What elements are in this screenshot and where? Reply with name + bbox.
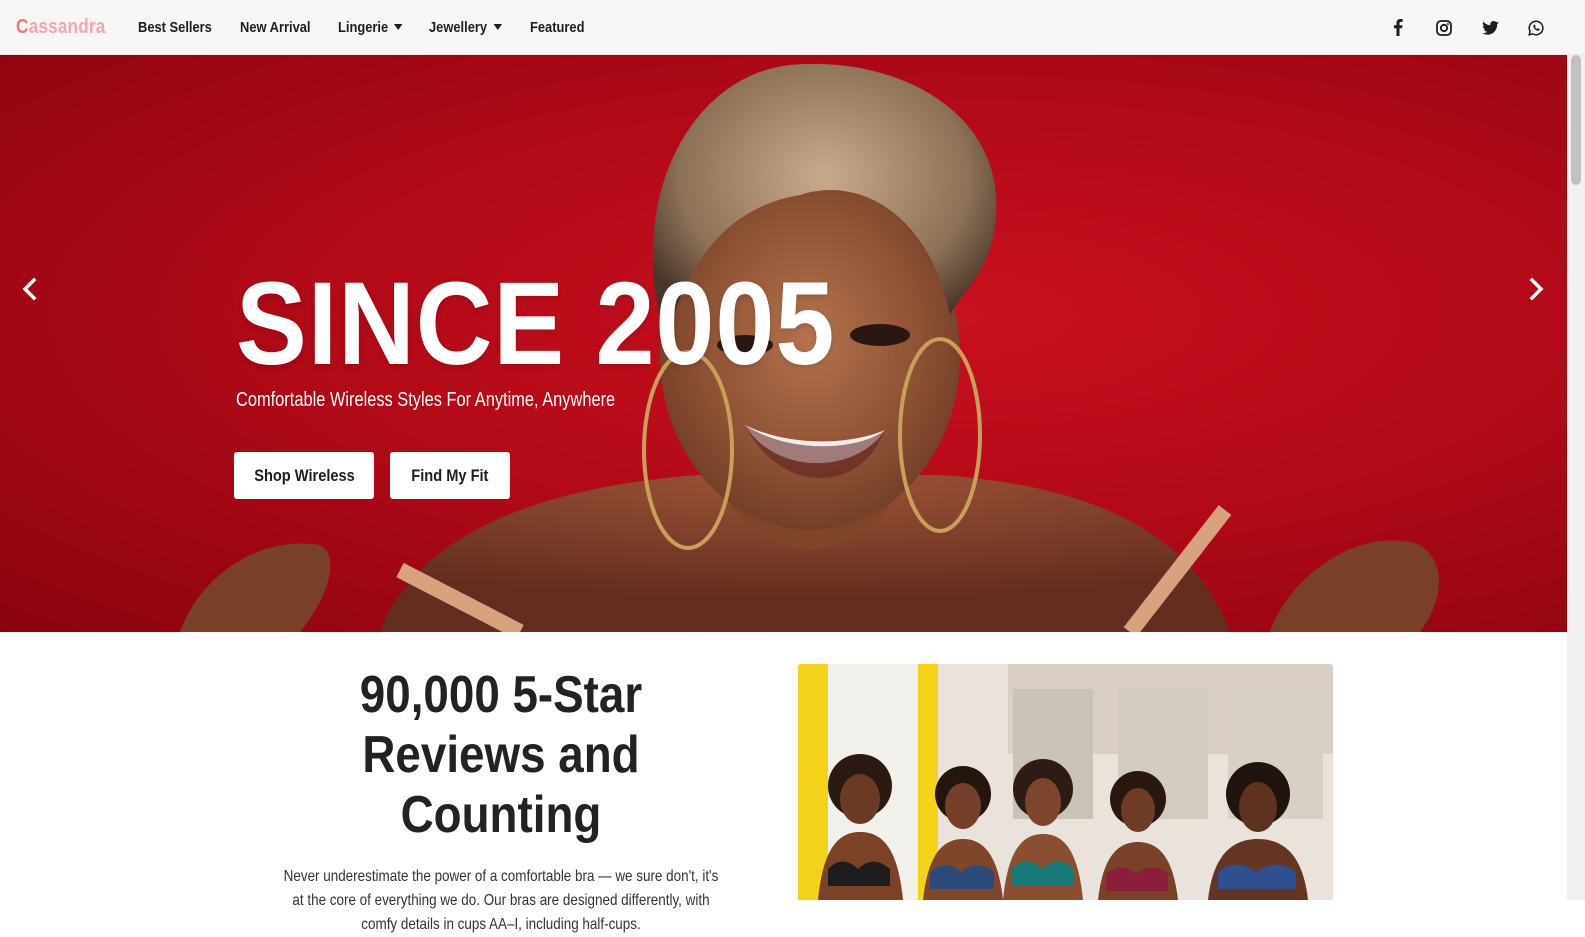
hero-text-block: SINCE 2005 Comfortable Wireless Styles F… xyxy=(236,265,902,412)
reviews-title-line2: Reviews and Counting xyxy=(362,726,640,844)
hero-carousel: SINCE 2005 Comfortable Wireless Styles F… xyxy=(0,55,1567,632)
nav-item-lingerie[interactable]: Lingerie xyxy=(338,19,403,36)
nav-item-label: Jewellery xyxy=(429,18,488,36)
social-links xyxy=(1389,0,1545,55)
find-my-fit-label: Find My Fit xyxy=(411,465,489,485)
nav-item-label: Best Sellers xyxy=(138,18,212,36)
reviews-title: 90,000 5-Star Reviews and Counting xyxy=(271,665,730,845)
carousel-next-arrow-icon[interactable] xyxy=(1524,277,1548,301)
nav-item-label: Featured xyxy=(529,18,585,36)
caret-down-icon xyxy=(394,24,403,30)
brand-initial: C xyxy=(16,15,29,38)
hero-title: SINCE 2005 xyxy=(236,258,836,390)
caret-down-icon xyxy=(493,24,503,30)
facebook-icon[interactable] xyxy=(1389,19,1407,37)
nav-item-label: Lingerie xyxy=(337,18,389,36)
find-my-fit-button[interactable]: Find My Fit xyxy=(390,452,510,499)
brand-name: assandra xyxy=(28,15,106,38)
shop-wireless-button[interactable]: Shop Wireless xyxy=(234,452,374,499)
nav-item-jewellery[interactable]: Jewellery xyxy=(429,18,503,36)
scrollbar-thumb[interactable] xyxy=(1571,55,1581,185)
hero-buttons: Shop Wireless Find My Fit xyxy=(234,452,510,499)
shop-wireless-label: Shop Wireless xyxy=(253,465,355,485)
nav-item-label: New Arrival xyxy=(239,18,311,36)
models-group-illustration xyxy=(798,664,1333,900)
twitter-icon[interactable] xyxy=(1481,19,1499,37)
carousel-prev-arrow-icon[interactable] xyxy=(18,277,42,301)
top-navbar: Cassandra Best Sellers New Arrival Linge… xyxy=(0,0,1585,55)
instagram-icon[interactable] xyxy=(1435,19,1453,37)
reviews-title-line1: 90,000 5-Star xyxy=(359,666,643,724)
brand-logo[interactable]: Cassandra xyxy=(16,16,106,39)
reviews-section: 90,000 5-Star Reviews and Counting Never… xyxy=(240,665,762,937)
nav-item-featured[interactable]: Featured xyxy=(530,19,584,36)
nav-item-new-arrival[interactable]: New Arrival xyxy=(240,19,311,36)
reviews-body-text: Never underestimate the power of a comfo… xyxy=(283,868,719,933)
nav-item-best-sellers[interactable]: Best Sellers xyxy=(138,19,212,36)
nav-menu: Best Sellers New Arrival Lingerie Jewell… xyxy=(138,19,593,36)
hero-subtitle: Comfortable Wireless Styles For Anytime,… xyxy=(236,389,616,411)
page-scrollbar[interactable] xyxy=(1567,55,1585,900)
models-group-image xyxy=(798,664,1333,900)
whatsapp-icon[interactable] xyxy=(1527,19,1545,37)
